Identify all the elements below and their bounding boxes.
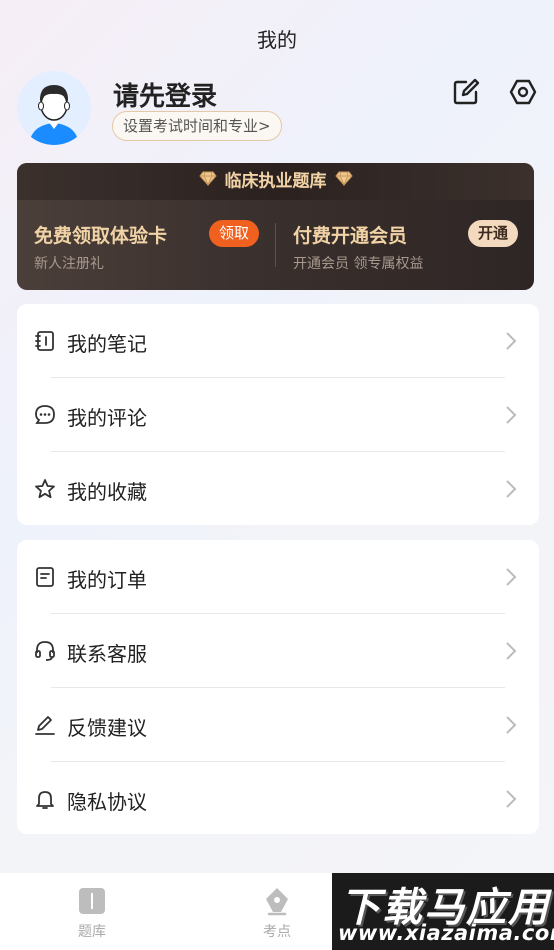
menu-item-orders[interactable]: 我的订单 [17, 540, 539, 614]
member-title: 付费开通会员 [293, 225, 408, 247]
tab-label: 考点 [263, 924, 291, 940]
menu-item-favorites[interactable]: 我的收藏 [17, 452, 539, 526]
menu-item-label: 反馈建议 [67, 716, 147, 740]
chevron-right-icon [505, 789, 517, 809]
menu-item-customer-service[interactable]: 联系客服 [17, 614, 539, 688]
tab-key-points[interactable]: 考点 [237, 885, 317, 941]
menu-item-label: 我的评论 [67, 406, 147, 430]
open-membership-button[interactable]: 开通 [468, 220, 518, 247]
chevron-right-icon [505, 715, 517, 735]
user-avatar-icon [17, 71, 91, 145]
watermark-logo: 下载马应用 www.xiazaima.com [332, 873, 554, 950]
menu-item-comments[interactable]: 我的评论 [17, 378, 539, 452]
vip-card: 临床执业题库 免费领取体验卡 新人注册礼 领取 付费开通会员 开通会员 领专属权… [17, 163, 534, 290]
trial-card-title: 免费领取体验卡 [34, 225, 168, 247]
member-subtitle: 开通会员 领专属权益 [293, 256, 424, 272]
trial-card-subtitle: 新人注册礼 [34, 256, 104, 272]
avatar[interactable] [17, 71, 91, 145]
menu-item-notes[interactable]: 我的笔记 [17, 304, 539, 378]
chevron-right-icon [505, 641, 517, 661]
headset-icon [34, 640, 56, 662]
menu-group-services: 我的订单 联系客服 反馈建议 隐私协议 [17, 540, 539, 834]
menu-item-label: 隐私协议 [67, 790, 147, 814]
menu-item-label: 我的订单 [67, 568, 147, 592]
chevron-right-icon [505, 405, 517, 425]
edit-icon[interactable] [452, 78, 480, 106]
tab-question-bank[interactable]: 题库 [52, 885, 132, 941]
chevron-right-icon [505, 567, 517, 587]
diamond-icon [334, 163, 353, 200]
diamond-icon [198, 163, 217, 200]
book-icon [76, 885, 108, 917]
compass-pen-icon [261, 885, 293, 917]
star-icon [34, 478, 56, 500]
pen-icon [34, 714, 56, 736]
settings-icon[interactable] [509, 78, 537, 106]
vip-divider [275, 223, 276, 267]
watermark-url: www.xiazaima.com [338, 921, 554, 945]
chevron-right-icon [505, 479, 517, 499]
menu-item-label: 联系客服 [67, 642, 147, 666]
tab-label: 题库 [78, 924, 106, 940]
menu-item-privacy[interactable]: 隐私协议 [17, 762, 539, 836]
exam-setting-button[interactable]: 设置考试时间和专业> [112, 111, 282, 141]
order-icon [34, 566, 56, 588]
notebook-icon [34, 330, 56, 352]
chevron-right-icon [505, 331, 517, 351]
menu-item-feedback[interactable]: 反馈建议 [17, 688, 539, 762]
login-prompt[interactable]: 请先登录 [113, 76, 217, 113]
vip-header-title: 临床执业题库 [224, 171, 327, 192]
comment-icon [34, 404, 56, 426]
page-title: 我的 [257, 28, 297, 52]
claim-button[interactable]: 领取 [209, 220, 259, 247]
bell-icon [34, 788, 56, 810]
menu-group-personal: 我的笔记 我的评论 我的收藏 [17, 304, 539, 525]
vip-header: 临床执业题库 [17, 163, 534, 200]
menu-item-label: 我的收藏 [67, 480, 147, 504]
menu-item-label: 我的笔记 [67, 332, 147, 356]
